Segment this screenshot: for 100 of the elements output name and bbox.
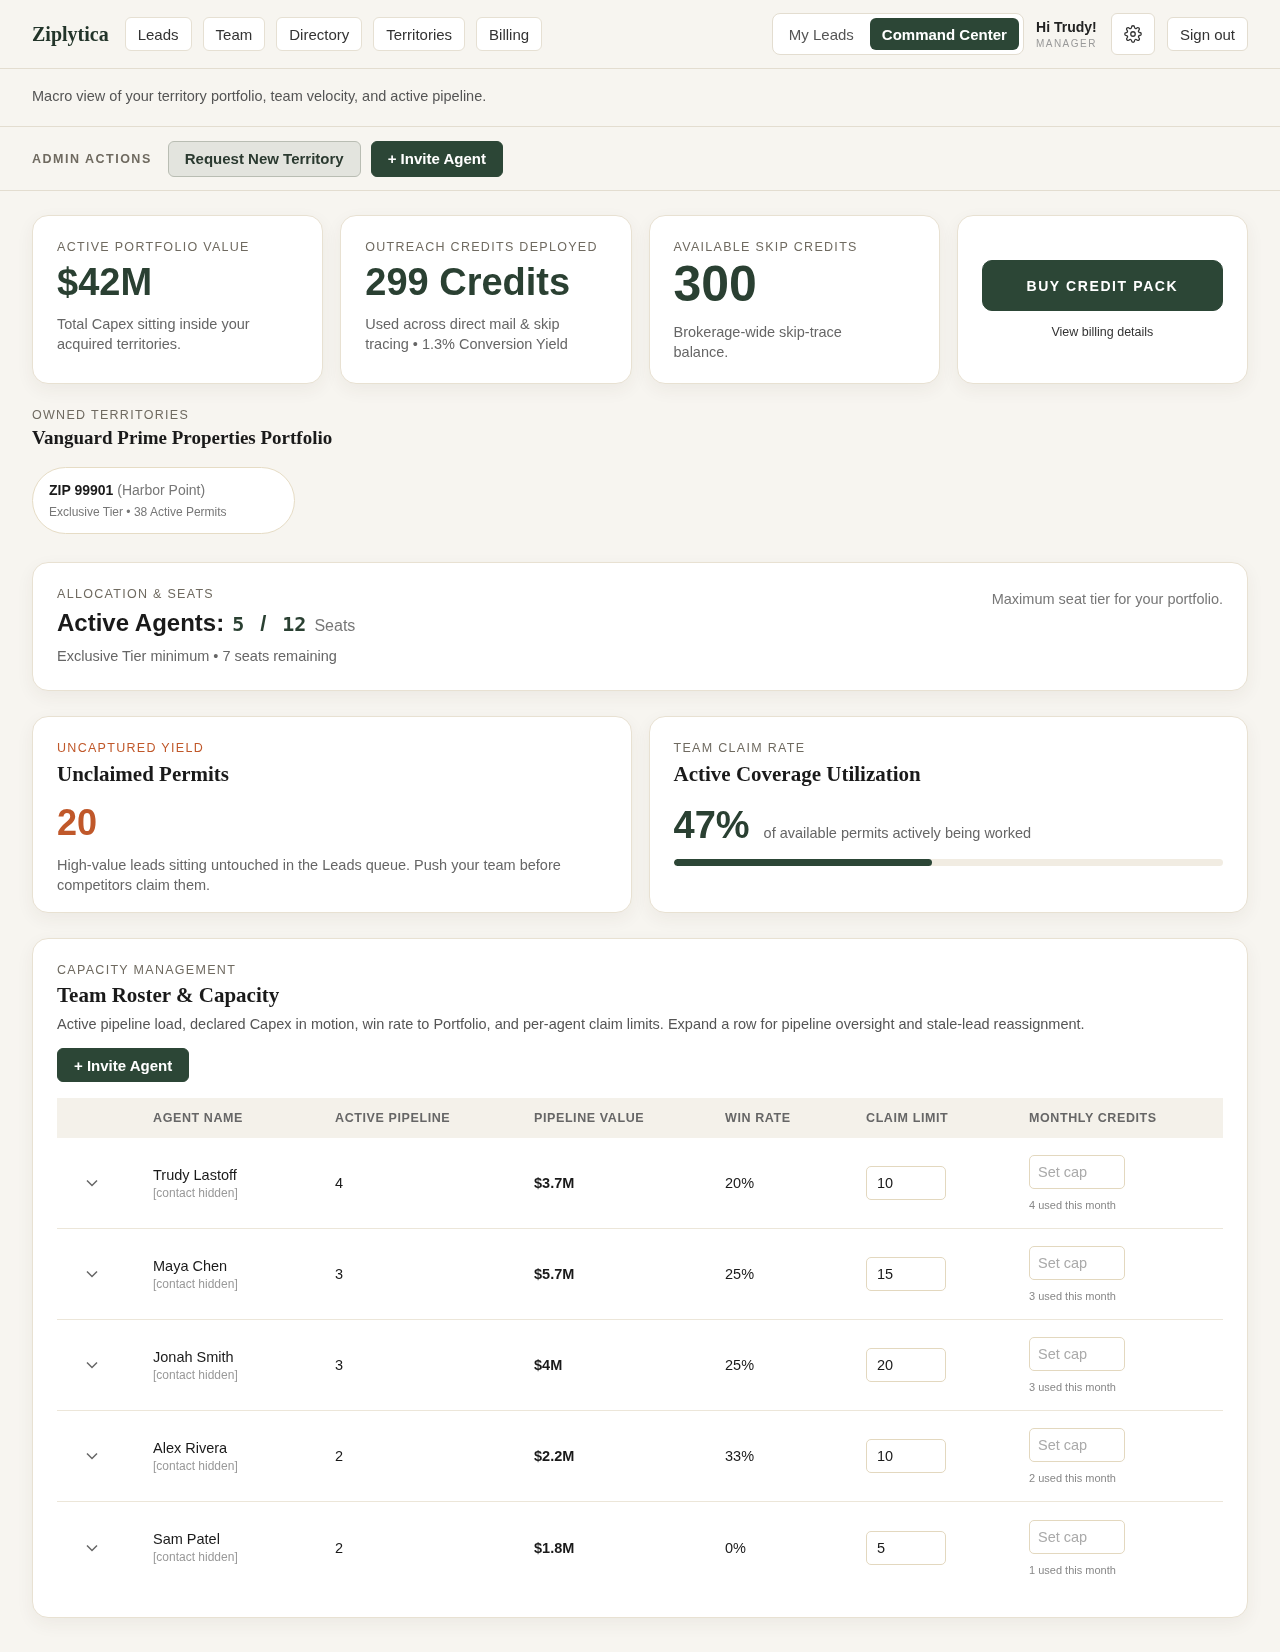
section-description: Active pipeline load, declared Capex in motion, win rate to Portfolio, and per-agent claim limits. Expand a row for pipeline oversight and stale-lead reassignment. bbox=[57, 1016, 1086, 1032]
credit-cap-field[interactable]: Set cap bbox=[1029, 1246, 1125, 1280]
separator: / bbox=[260, 611, 267, 637]
claim-limit-field[interactable]: 5 bbox=[866, 1530, 946, 1565]
billing-link[interactable]: View billing details bbox=[1051, 325, 1154, 339]
agent-name: Maya Chen bbox=[153, 1257, 229, 1274]
stat-label: ACTIVE PORTFOLIO VALUE bbox=[57, 240, 251, 254]
agent-name: Trudy Lastoff bbox=[153, 1166, 238, 1183]
view-tab[interactable]: Command Center bbox=[869, 18, 1019, 50]
agent-name: Alex Rivera bbox=[153, 1439, 229, 1456]
agent-name: Sam Patel bbox=[153, 1531, 221, 1547]
metric-title: Unclaimed Permits bbox=[57, 762, 231, 787]
column-header: AGENT NAME bbox=[153, 1111, 245, 1125]
section-label: ALLOCATION & SEATS bbox=[57, 587, 215, 601]
seats-title: Active Agents: bbox=[57, 609, 225, 637]
seat-unit: Seats bbox=[314, 617, 356, 635]
credit-cap-field[interactable]: Set cap bbox=[1029, 1428, 1125, 1462]
view-tab[interactable]: My Leads bbox=[776, 18, 866, 50]
claim-limit-field[interactable]: 10 bbox=[866, 1439, 946, 1473]
stat-value: 300 bbox=[673, 258, 758, 310]
section-title: Team Roster & Capacity bbox=[57, 983, 281, 1008]
territory-chip[interactable]: ZIP 99901 (Harbor Point) Exclusive Tier • 38 Active Permits bbox=[32, 467, 295, 534]
settings-button[interactable] bbox=[1110, 13, 1155, 55]
table-cell-text: $4M bbox=[534, 1357, 564, 1373]
request-button[interactable]: Request New Territory bbox=[167, 140, 361, 177]
nav-tab[interactable]: Directory bbox=[276, 17, 363, 51]
agent-name: Jonah Smith bbox=[153, 1348, 235, 1365]
claim-limit-field[interactable]: 20 bbox=[866, 1348, 946, 1382]
seat-total: 12 bbox=[282, 612, 307, 636]
chevron-down-icon[interactable] bbox=[86, 1361, 98, 1369]
agent-contact: [contact hidden] bbox=[153, 1185, 239, 1200]
settings-icon bbox=[1123, 25, 1142, 43]
credit-cap-field[interactable]: Set cap bbox=[1029, 1519, 1125, 1554]
table-cell-text: 2 bbox=[335, 1448, 345, 1464]
table-cell-text: 33% bbox=[725, 1448, 756, 1464]
metric-value: 20 bbox=[57, 803, 99, 843]
table-cell-text: 25% bbox=[725, 1266, 756, 1282]
nav-tab[interactable]: Leads bbox=[124, 17, 192, 51]
credits-used: 3 used this month bbox=[1029, 1381, 1117, 1393]
stat-value: $42M bbox=[57, 260, 154, 304]
agent-contact: [contact hidden] bbox=[153, 1367, 239, 1382]
nav-tab[interactable]: Team bbox=[202, 17, 266, 51]
stat-value: 299 Credits bbox=[365, 260, 572, 304]
table-cell-text: $5.7M bbox=[534, 1266, 576, 1282]
credits-used: 4 used this month bbox=[1029, 1199, 1117, 1211]
table-cell-text: 0% bbox=[725, 1539, 747, 1556]
stat-note: Total Capex sitting inside your acquired territories. bbox=[57, 315, 251, 354]
column-header: CLAIM LIMIT bbox=[866, 1111, 950, 1125]
page-subtitle: Macro view of your territory portfolio, team velocity, and active pipeline. bbox=[32, 87, 488, 106]
chevron-down-icon[interactable] bbox=[86, 1179, 98, 1187]
chevron-down-icon[interactable] bbox=[86, 1270, 98, 1278]
chevron-down-icon[interactable] bbox=[86, 1452, 98, 1460]
column-header: MONTHLY CREDITS bbox=[1029, 1111, 1158, 1125]
section-label: TEAM CLAIM RATE bbox=[673, 741, 807, 755]
stat-label: OUTREACH CREDITS DEPLOYED bbox=[365, 240, 599, 254]
metric-note: of available permits actively being worked bbox=[763, 824, 1032, 843]
table-cell-text: $3.7M bbox=[534, 1175, 576, 1191]
brand-logo[interactable]: Ziplytica bbox=[32, 22, 109, 46]
invite-button[interactable]: + Invite Agent bbox=[370, 140, 503, 177]
agent-contact: [contact hidden] bbox=[153, 1458, 239, 1473]
table-cell-text: $2.2M bbox=[534, 1448, 576, 1464]
user-role: MANAGER bbox=[1035, 38, 1097, 49]
table-cell-text: $1.8M bbox=[534, 1539, 576, 1556]
agent-contact: [contact hidden] bbox=[153, 1276, 239, 1291]
column-header: ACTIVE PIPELINE bbox=[335, 1111, 452, 1125]
nav-tab[interactable]: Territories bbox=[373, 17, 466, 51]
claim-limit-field[interactable]: 10 bbox=[866, 1166, 946, 1200]
section-label: UNCAPTURED YIELD bbox=[57, 741, 205, 755]
metric-note: High-value leads sitting untouched in the Leads queue. Push your team before competitors claim them. bbox=[57, 856, 562, 895]
table-cell-text: 2 bbox=[335, 1539, 345, 1556]
credit-cap-field[interactable]: Set cap bbox=[1029, 1337, 1125, 1371]
credit-cap-field[interactable]: Set cap bbox=[1029, 1155, 1125, 1189]
buy-credit-button[interactable]: BUY CREDIT PACK bbox=[981, 260, 1223, 311]
stat-label: AVAILABLE SKIP CREDITS bbox=[673, 240, 859, 254]
sign-out-button[interactable]: Sign out bbox=[1166, 17, 1248, 51]
stat-note: Used across direct mail & skip tracing • 1.3% Conversion Yield bbox=[365, 315, 569, 354]
invite-button[interactable]: + Invite Agent bbox=[57, 1048, 190, 1082]
territory-zip: ZIP 99901 (Harbor Point) bbox=[49, 482, 207, 498]
credits-used: 1 used this month bbox=[1029, 1563, 1117, 1576]
table-cell-text: 3 bbox=[335, 1266, 345, 1282]
claim-limit-field[interactable]: 15 bbox=[866, 1257, 946, 1291]
column-header: WIN RATE bbox=[725, 1111, 792, 1125]
seats-note: Exclusive Tier minimum • 7 seats remaining bbox=[57, 648, 337, 664]
stat-note: Brokerage-wide skip-trace balance. bbox=[673, 323, 843, 362]
chevron-down-icon[interactable] bbox=[86, 1543, 98, 1552]
nav-tab[interactable]: Billing bbox=[476, 17, 543, 51]
agent-contact: [contact hidden] bbox=[153, 1550, 239, 1564]
credits-used: 2 used this month bbox=[1029, 1472, 1117, 1484]
territory-detail: Exclusive Tier • 38 Active Permits bbox=[49, 505, 228, 519]
metric-title: Active Coverage Utilization bbox=[673, 762, 922, 787]
column-header: PIPELINE VALUE bbox=[534, 1111, 646, 1125]
active-count: 5 bbox=[232, 612, 245, 636]
table-cell-text: 3 bbox=[335, 1357, 345, 1373]
section-label: OWNED TERRITORIES bbox=[32, 408, 191, 422]
credits-used: 3 used this month bbox=[1029, 1290, 1117, 1302]
seats-aside: Maximum seat tier for your portfolio. bbox=[991, 590, 1223, 609]
metric-value: 47% bbox=[673, 803, 750, 847]
section-label: ADMIN ACTIONS bbox=[32, 151, 152, 166]
table-cell-text: 25% bbox=[725, 1357, 756, 1373]
section-title: Vanguard Prime Properties Portfolio bbox=[32, 427, 334, 449]
